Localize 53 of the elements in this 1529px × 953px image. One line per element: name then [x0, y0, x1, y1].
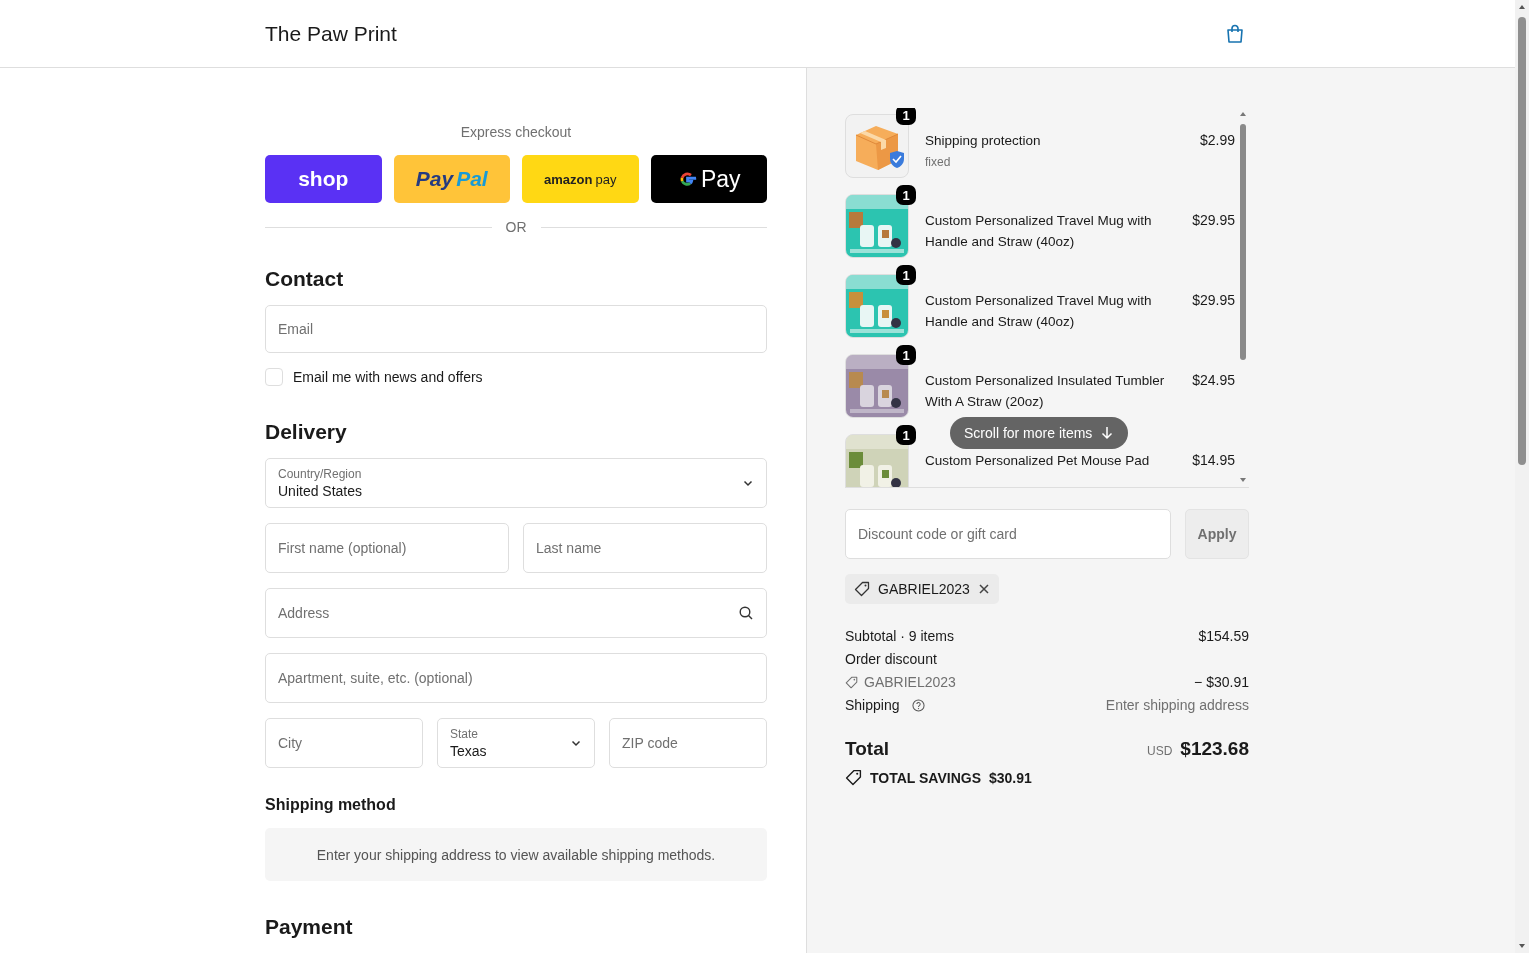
item-name: Custom Personalized Pet Mouse Pad — [925, 452, 1151, 470]
google-pay-button[interactable]: Pay — [650, 155, 767, 203]
select-field[interactable]: Country/Region United States — [265, 458, 767, 509]
discount-field[interactable]: Discount code or gift card — [845, 509, 1171, 559]
or-divider-label: OR — [505, 219, 527, 235]
currency-code: USD — [1146, 744, 1173, 758]
summary-value: − $30.91 — [1194, 674, 1249, 690]
text-field[interactable]: ZIP code — [609, 718, 767, 769]
item-price: $2.99 — [1199, 131, 1235, 150]
section-heading: Shipping method — [265, 796, 397, 815]
summary-label: Shipping — [845, 697, 900, 713]
address-field[interactable]: Address — [265, 588, 767, 639]
item-price: $14.95 — [1192, 451, 1235, 470]
item-price: $24.95 — [1192, 371, 1235, 390]
item-name: Custom Personalized Insulated Tumbler With A Straw (20oz) — [925, 372, 1166, 411]
savings-label: TOTAL SAVINGS — [870, 769, 981, 786]
quantity-badge: 1 — [896, 425, 916, 445]
text-field[interactable]: Apartment, suite, etc. (optional) — [265, 653, 767, 704]
checkbox-label: Email me with news and offers — [293, 369, 483, 386]
section-heading: Payment — [265, 915, 354, 939]
scroll-hint-button[interactable]: Scroll for more items — [950, 417, 1129, 449]
section-heading: Contact — [265, 267, 345, 291]
section-heading: Delivery — [265, 420, 348, 445]
item-name: Shipping protection — [925, 132, 1042, 150]
shop-pay-button[interactable]: shop — [265, 155, 382, 203]
discount-code: GABRIEL2023 — [864, 674, 956, 690]
quantity-badge: 1 — [896, 265, 916, 285]
savings-value: $30.91 — [989, 769, 1032, 786]
quantity-badge: 1 — [896, 108, 916, 125]
text-field[interactable]: Last name — [523, 523, 767, 574]
store-name[interactable]: The Paw Print — [265, 21, 397, 46]
total-value: $123.68 — [1180, 738, 1249, 760]
shipping-notice: Enter your shipping address to view available shipping methods. — [265, 828, 767, 881]
amazon-pay-button[interactable]: amazon pay — [522, 155, 639, 203]
paypal-button[interactable]: PayPal — [393, 155, 510, 203]
item-name: Custom Personalized Travel Mug with Handle and Straw (40oz) — [925, 292, 1153, 331]
select-field[interactable]: State Texas — [437, 718, 595, 769]
total-label: Total — [845, 738, 889, 760]
quantity-badge: 1 — [896, 345, 916, 365]
item-price: $29.95 — [1192, 291, 1235, 310]
summary-value: $154.59 — [1198, 628, 1249, 644]
item-variant: fixed — [925, 155, 952, 169]
text-field[interactable]: City — [265, 718, 423, 769]
item-name: Custom Personalized Travel Mug with Handle and Straw (40oz) — [925, 212, 1153, 251]
discount-code: GABRIEL2023 — [878, 581, 970, 597]
express-checkout-label: Express checkout — [459, 124, 573, 140]
summary-label: Order discount — [845, 651, 937, 667]
quantity-badge: 1 — [896, 185, 916, 205]
email-field[interactable]: Email — [265, 305, 767, 354]
summary-label: Subtotal · 9 items — [845, 628, 954, 644]
text-field[interactable]: First name (optional) — [265, 523, 509, 574]
item-price: $29.95 — [1192, 211, 1235, 230]
summary-value: Enter shipping address — [1105, 697, 1249, 713]
